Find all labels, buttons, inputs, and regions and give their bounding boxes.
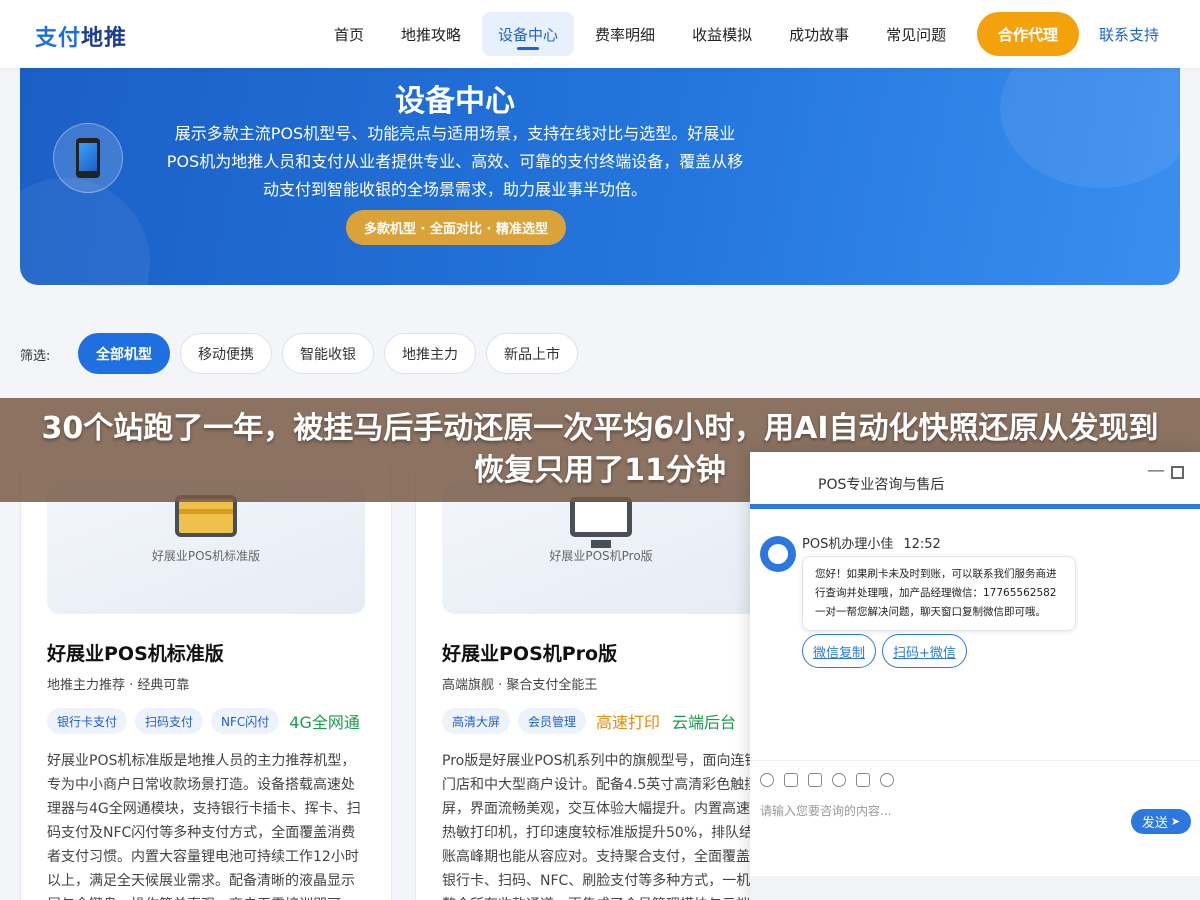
product-card[interactable]: 好展业POS机标准版 好展业POS机标准版 地推主力推荐 · 经典可靠 银行卡支…	[20, 460, 392, 900]
filter-portable[interactable]: 移动便携	[180, 333, 272, 374]
chat-quick-actions: 微信复制 扫码+微信	[802, 634, 973, 668]
product-card[interactable]: 好展业POS机Pro版 好展业POS机Pro版 高端旗舰 · 聚合支付全能王 高…	[415, 460, 787, 900]
filter-smart-cashier[interactable]: 智能收银	[282, 333, 374, 374]
filter-chips: 全部机型 移动便携 智能收银 地推主力 新品上市	[78, 333, 588, 374]
agent-name: POS机办理小佳	[802, 537, 894, 552]
nav-stories[interactable]: 成功故事	[773, 12, 865, 56]
product-description: Pro版是好展业POS机系列中的旗舰型号，面向连锁门店和中大型商户设计。配备4.…	[442, 753, 759, 900]
feature-tag: 扫码支付	[135, 708, 204, 734]
chat-toolbar	[750, 760, 1200, 798]
filter-label: 筛选:	[20, 349, 51, 364]
product-subtitle: 高端旗舰 · 聚合支付全能王	[442, 678, 598, 693]
feature-tag-highlight: 4G全网通	[289, 713, 360, 732]
image-icon[interactable]	[784, 772, 798, 787]
product-image-label: 好展业POS机标准版	[151, 549, 261, 563]
feature-tag: 高清大屏	[442, 708, 511, 734]
chat-message-bubble: 您好！如果刷卡未及时到账，可以联系我们服务商进行查询并处理哦，加产品经理微信：1…	[802, 556, 1076, 631]
send-label: 发送	[1141, 816, 1168, 831]
contact-support-link[interactable]: 联系支持	[1099, 24, 1159, 45]
rating-icon[interactable]	[832, 772, 846, 787]
decor-circle	[20, 178, 150, 285]
feature-tag: 银行卡支付	[47, 708, 128, 734]
banner-description: 展示多款主流POS机型号、功能亮点与适用场景，支持在线对比与选型。好展业POS机…	[166, 124, 744, 199]
chat-header-title: POS专业咨询与售后	[818, 477, 945, 493]
sound-icon[interactable]	[856, 772, 870, 787]
chat-message-meta: POS机办理小佳 12:52	[802, 533, 941, 552]
nav-rates[interactable]: 费率明细	[579, 12, 671, 56]
monitor-icon	[570, 497, 632, 548]
feature-tag: 会员管理	[518, 708, 587, 734]
product-title[interactable]: 好展业POS机Pro版	[442, 639, 617, 666]
scan-wechat-button[interactable]: 扫码+微信	[882, 634, 967, 668]
main-nav: 首页 地推攻略 设备中心 费率明细 收益模拟 成功故事 常见问题	[318, 12, 967, 56]
filter-new-arrivals[interactable]: 新品上市	[486, 333, 578, 374]
maximize-icon[interactable]	[1171, 466, 1184, 479]
filter-main-force[interactable]: 地推主力	[384, 333, 476, 374]
minimize-icon[interactable]: —	[1147, 460, 1165, 481]
send-button[interactable]: 发送 ➤	[1131, 809, 1191, 834]
feature-tag: NFC闪付	[211, 708, 280, 734]
screenshot-icon[interactable]	[808, 772, 822, 787]
nav-device-center[interactable]: 设备中心	[482, 12, 575, 56]
filter-all-models[interactable]: 全部机型	[78, 333, 170, 374]
chat-header: POS专业咨询与售后 —	[750, 452, 1200, 509]
feature-tag-highlight: 高速打印	[596, 713, 661, 732]
partner-agent-button[interactable]: 合作代理	[977, 12, 1079, 56]
product-tags: 银行卡支付 扫码支付 NFC闪付 4G全网通	[47, 708, 370, 734]
feature-tag-highlight: 云端后台	[672, 713, 737, 732]
nav-guide[interactable]: 地推攻略	[385, 12, 477, 56]
copy-wechat-button[interactable]: 微信复制	[802, 634, 877, 668]
product-image-label: 好展业POS机Pro版	[549, 549, 653, 563]
product-tags: 高清大屏 会员管理 高速打印 云端后台	[442, 708, 746, 734]
site-logo[interactable]: 支付地推	[35, 20, 127, 52]
chat-widget: POS专业咨询与售后 — POS机办理小佳 12:52 您好！如果刷卡未及时到账，…	[750, 452, 1200, 900]
wechat-icon[interactable]	[880, 772, 894, 787]
banner-tagline-pill: 多款机型 · 全面对比 · 精准选型	[346, 210, 566, 245]
nav-home[interactable]: 首页	[318, 12, 380, 56]
send-arrow-icon: ➤	[1170, 815, 1181, 828]
hero-banner: 设备中心 展示多款主流POS机型号、功能亮点与适用场景，支持在线对比与选型。好展…	[20, 68, 1180, 285]
page-title: 设备中心	[395, 84, 515, 119]
agent-avatar	[760, 536, 796, 572]
mobile-phone-icon	[53, 123, 123, 193]
logo-text-2: 地推	[81, 26, 128, 51]
nav-income-sim[interactable]: 收益模拟	[676, 12, 768, 56]
product-title[interactable]: 好展业POS机标准版	[47, 639, 224, 666]
emoji-icon[interactable]	[760, 772, 774, 787]
product-description: 好展业POS机标准版是地推人员的主力推荐机型，专为中小商户日常收款场景打造。设备…	[47, 753, 361, 900]
product-subtitle: 地推主力推荐 · 经典可靠	[47, 678, 190, 693]
chat-message-input[interactable]: 请输入您要咨询的内容...	[760, 802, 891, 819]
logo-text-1: 支付	[35, 26, 82, 51]
top-nav-bar: 支付地推 首页 地推攻略 设备中心 费率明细 收益模拟 成功故事 常见问题 合作…	[0, 0, 1200, 68]
nav-faq[interactable]: 常见问题	[870, 12, 962, 56]
chat-footer	[750, 876, 1200, 900]
message-time: 12:52	[903, 537, 941, 552]
decor-circle	[1000, 68, 1180, 188]
